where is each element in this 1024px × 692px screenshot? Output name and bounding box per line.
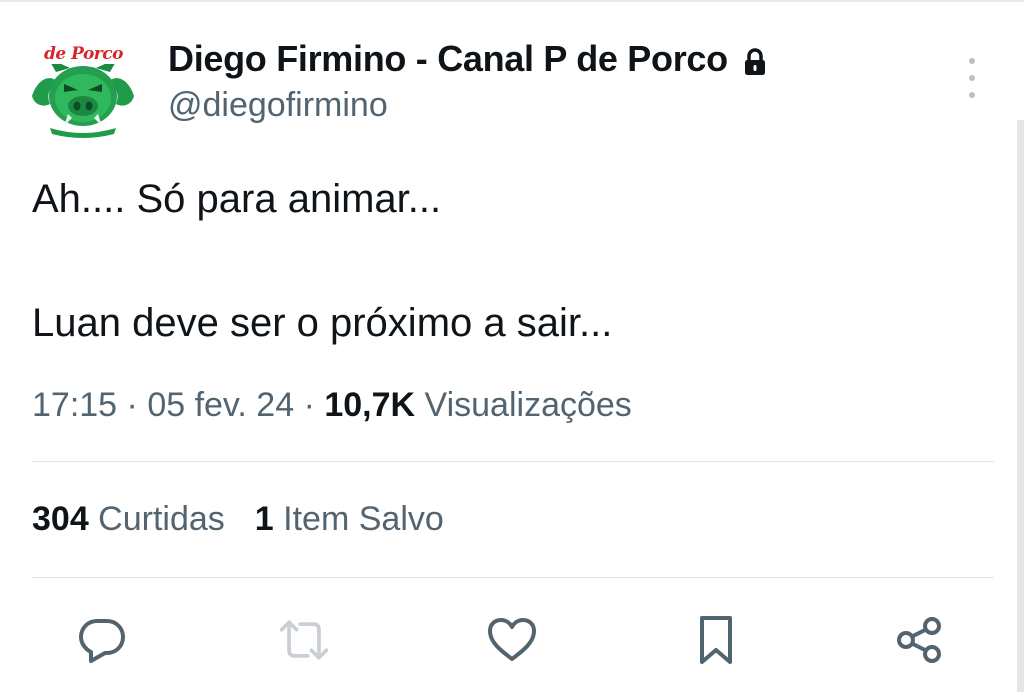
- retweet-button[interactable]: [276, 612, 332, 668]
- retweet-icon: [279, 620, 329, 660]
- heart-icon: [488, 618, 536, 661]
- reply-button[interactable]: [74, 612, 130, 668]
- tweet-meta: 17:15 · 05 fev. 24 · 10,7K Visualizações: [32, 386, 632, 425]
- share-button[interactable]: [892, 612, 948, 668]
- views-label[interactable]: Visualizações: [415, 386, 632, 424]
- tweet-stats: 304 Curtidas 1 Item Salvo: [32, 500, 444, 539]
- divider: [32, 577, 994, 578]
- likes-label: Curtidas: [88, 500, 225, 538]
- share-icon: [897, 617, 941, 663]
- tweet-line-2: Luan deve ser o próximo a sair...: [32, 301, 613, 345]
- saves-label: Item Salvo: [273, 500, 444, 538]
- author-handle[interactable]: @diegofirmino: [168, 86, 388, 125]
- meta-separator: ·: [117, 386, 148, 424]
- avatar-text: de Porco: [44, 44, 123, 64]
- likes-stat[interactable]: 304 Curtidas: [32, 500, 225, 538]
- more-dot-icon: [969, 92, 975, 98]
- like-button[interactable]: [484, 612, 540, 668]
- meta-separator: ·: [294, 386, 325, 424]
- tweet-line-1: Ah.... Só para animar...: [32, 177, 442, 221]
- likes-count: 304: [32, 500, 89, 538]
- bookmark-icon: [700, 616, 732, 664]
- tweet-date[interactable]: 05 fev. 24: [147, 386, 294, 424]
- tweet-text: Ah.... Só para animar... Luan deve ser o…: [32, 168, 972, 354]
- reply-icon: [79, 619, 125, 663]
- lock-icon: [742, 44, 768, 75]
- tweet-card: de Porco Diego Firmino - Canal P de Porc…: [0, 0, 1024, 692]
- tweet-line-gap: [32, 230, 972, 292]
- divider: [32, 461, 994, 462]
- author-name[interactable]: Diego Firmino - Canal P de Porco: [168, 38, 768, 80]
- saves-count: 1: [254, 500, 274, 538]
- bookmark-button[interactable]: [688, 612, 744, 668]
- author-name-text: Diego Firmino - Canal P de Porco: [168, 38, 728, 79]
- tweet-time[interactable]: 17:15: [32, 386, 117, 424]
- more-dot-icon: [969, 58, 975, 64]
- avatar[interactable]: de Porco: [28, 38, 138, 138]
- more-dot-icon: [969, 75, 975, 81]
- more-options-button[interactable]: [956, 58, 988, 98]
- saves-stat[interactable]: 1 Item Salvo: [255, 500, 444, 538]
- views-count[interactable]: 10,7K: [324, 386, 415, 424]
